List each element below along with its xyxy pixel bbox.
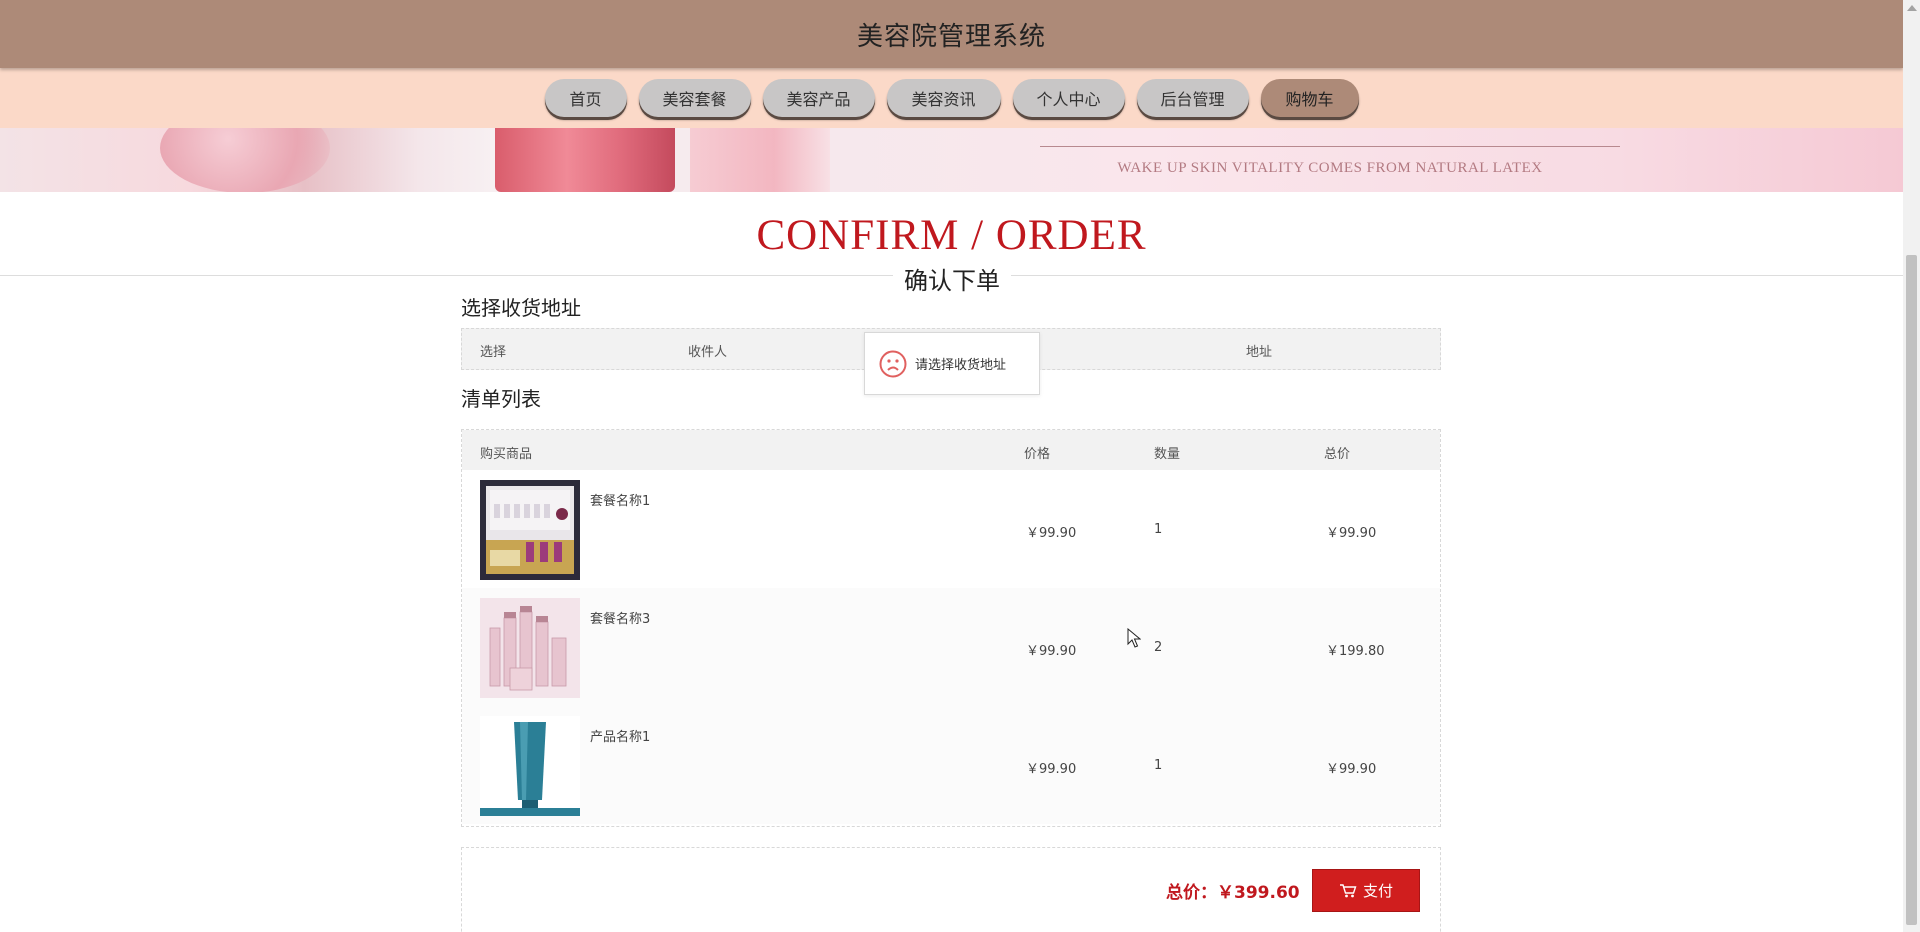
product-thumbnail[interactable] <box>480 716 580 816</box>
nav-item-label: 美容资讯 <box>911 90 976 109</box>
col-qty: 数量 <box>1154 447 1181 462</box>
section-title-cn: 确认下单 <box>893 261 1011 296</box>
product-thumbnail[interactable] <box>480 598 580 698</box>
sad-face-icon <box>879 350 907 377</box>
list-section-title: 清单列表 <box>461 387 541 411</box>
product-total: ￥99.90 <box>1326 526 1377 541</box>
product-name: 套餐名称1 <box>590 494 651 509</box>
toast-text: 请选择收货地址 <box>915 358 1007 373</box>
col-product: 购买商品 <box>480 447 533 462</box>
nav-item-admin[interactable]: 后台管理 <box>1136 79 1249 117</box>
product-price: ￥99.90 <box>1026 644 1077 659</box>
nav-item-label: 后台管理 <box>1160 90 1225 109</box>
product-name: 套餐名称3 <box>590 612 651 627</box>
col-total: 总价 <box>1324 447 1351 462</box>
table-row: 套餐名称3 ￥99.90 2 ￥199.80 <box>462 588 1440 706</box>
banner-bottle-image <box>495 128 675 192</box>
nav-item-profile[interactable]: 个人中心 <box>1012 79 1125 117</box>
banner-divider <box>1040 146 1620 147</box>
product-qty: 1 <box>1154 522 1163 537</box>
product-image <box>480 480 580 580</box>
cart-icon <box>1339 883 1357 897</box>
pay-button[interactable]: 支付 <box>1312 869 1420 912</box>
total-value: ￥399.60 <box>1217 883 1300 903</box>
product-total: ￥99.90 <box>1326 762 1377 777</box>
nav-item-label: 美容产品 <box>786 90 851 109</box>
page: 美容院管理系统 首页 美容套餐 美容产品 美容资讯 个人中心 后台管理 购物车 … <box>0 0 1903 932</box>
main-nav: 首页 美容套餐 美容产品 美容资讯 个人中心 后台管理 购物车 <box>0 68 1903 128</box>
address-col-recipient: 收件人 <box>688 345 728 360</box>
nav-item-label: 首页 <box>569 90 602 109</box>
order-list-table: 购买商品 价格 数量 总价 套餐名称1 ￥99.90 1 ￥99.90 套餐名称… <box>461 429 1441 827</box>
nav-item-products[interactable]: 美容产品 <box>762 79 875 117</box>
product-qty: 2 <box>1154 640 1163 655</box>
address-col-select: 选择 <box>480 345 507 360</box>
address-section-title: 选择收货地址 <box>461 296 581 320</box>
toast-message: 请选择收货地址 <box>864 332 1040 395</box>
promo-banner: WAKE UP SKIN VITALITY COMES FROM NATURAL… <box>0 128 1903 192</box>
product-name: 产品名称1 <box>590 730 651 745</box>
total-label: 总价： <box>1166 883 1217 903</box>
banner-decor <box>160 128 330 192</box>
nav-item-label: 个人中心 <box>1036 90 1101 109</box>
product-image <box>480 598 580 698</box>
table-row: 套餐名称1 ￥99.90 1 ￥99.90 <box>462 470 1440 588</box>
nav-item-label: 购物车 <box>1285 90 1334 109</box>
site-title: 美容院管理系统 <box>856 21 1046 52</box>
nav-item-cart[interactable]: 购物车 <box>1260 79 1359 117</box>
product-image <box>480 716 580 816</box>
section-title-en: CONFIRM / ORDER <box>756 212 1147 259</box>
product-total: ￥199.80 <box>1326 644 1385 659</box>
scroll-up-icon[interactable] <box>1907 5 1917 11</box>
mouse-cursor-icon <box>1127 628 1141 648</box>
product-thumbnail[interactable] <box>480 480 580 580</box>
col-price: 价格 <box>1024 447 1051 462</box>
table-row: 产品名称1 ￥99.90 1 ￥99.90 <box>462 706 1440 824</box>
product-price: ￥99.90 <box>1026 526 1077 541</box>
address-col-address: 地址 <box>1246 345 1273 360</box>
nav-item-home[interactable]: 首页 <box>544 79 627 117</box>
site-header: 美容院管理系统 <box>0 0 1903 68</box>
banner-bottle-image <box>690 128 830 192</box>
banner-slogan: WAKE UP SKIN VITALITY COMES FROM NATURAL… <box>1117 160 1543 176</box>
pay-button-label: 支付 <box>1362 882 1393 900</box>
product-price: ￥99.90 <box>1026 762 1077 777</box>
order-list-header: 购买商品 价格 数量 总价 <box>462 430 1440 470</box>
nav-item-label: 美容套餐 <box>662 90 727 109</box>
order-total: 总价：￥399.60 <box>1166 878 1300 903</box>
nav-item-news[interactable]: 美容资讯 <box>886 79 1001 117</box>
nav-item-packages[interactable]: 美容套餐 <box>638 79 751 117</box>
product-qty: 1 <box>1154 758 1163 773</box>
scrollbar-thumb[interactable] <box>1906 255 1917 925</box>
